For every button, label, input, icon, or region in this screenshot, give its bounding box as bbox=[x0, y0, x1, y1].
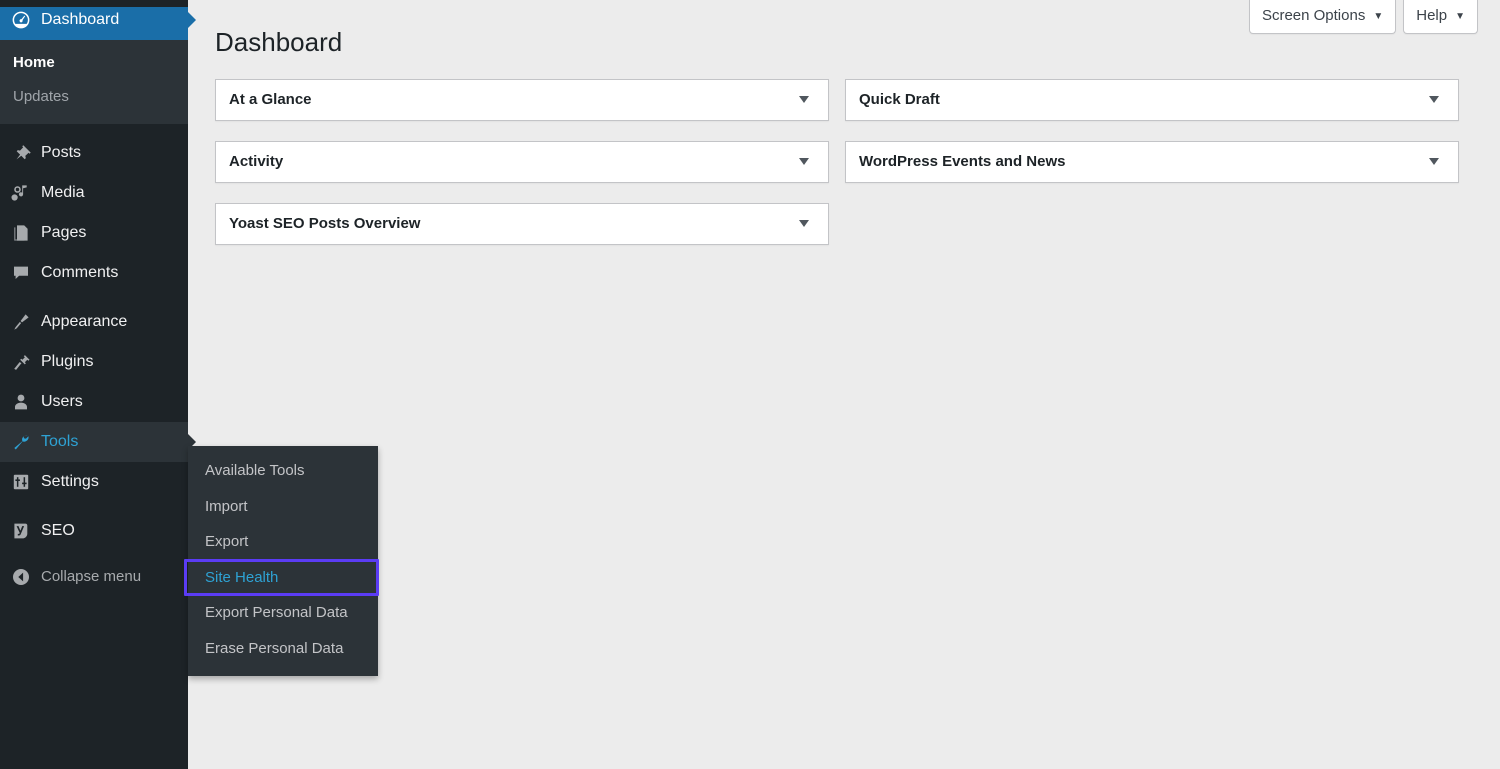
menu-separator bbox=[0, 293, 188, 302]
pages-icon bbox=[10, 222, 32, 244]
sidebar-item-comments[interactable]: Comments bbox=[0, 253, 188, 293]
flyout-item-label: Import bbox=[205, 497, 248, 515]
user-icon bbox=[10, 391, 32, 413]
sidebar-item-users[interactable]: Users bbox=[0, 382, 188, 422]
collapse-menu-button[interactable]: Collapse menu bbox=[0, 560, 188, 594]
widget-at-a-glance: At a Glance bbox=[215, 78, 829, 121]
dashboard-column-right: Quick Draft WordPress Events and News bbox=[845, 78, 1459, 203]
widget-header[interactable]: Yoast SEO Posts Overview bbox=[216, 204, 828, 244]
wp-admin-screen: Dashboard Home Updates Posts Media Pages… bbox=[0, 0, 1500, 769]
dashboard-columns: At a Glance Activity Yoast SEO Posts Ove… bbox=[215, 78, 1478, 265]
sidebar-item-label: Settings bbox=[41, 472, 99, 490]
sidebar-item-plugins[interactable]: Plugins bbox=[0, 342, 188, 382]
sidebar-item-pages[interactable]: Pages bbox=[0, 213, 188, 253]
screen-meta-links: Screen Options ▼ Help ▼ bbox=[1248, 0, 1478, 34]
chevron-down-icon[interactable] bbox=[1422, 88, 1446, 112]
menu-separator bbox=[0, 551, 188, 560]
media-icon bbox=[10, 182, 32, 204]
widget-title: Activity bbox=[229, 153, 284, 171]
flyout-item-label: Export Personal Data bbox=[205, 604, 348, 621]
flyout-item-erase-personal-data[interactable]: Erase Personal Data bbox=[188, 631, 378, 667]
menu-separator bbox=[0, 124, 188, 133]
widget-yoast-seo-posts-overview: Yoast SEO Posts Overview bbox=[215, 202, 829, 245]
flyout-item-available-tools[interactable]: Available Tools bbox=[188, 453, 378, 489]
sidebar-item-label: Comments bbox=[41, 263, 119, 281]
dashboard-submenu: Home Updates bbox=[0, 40, 188, 124]
chevron-down-icon: ▼ bbox=[1455, 11, 1465, 22]
flyout-item-label: Erase Personal Data bbox=[205, 639, 344, 657]
sidebar-item-label: Posts bbox=[41, 143, 82, 161]
sidebar-item-label: Plugins bbox=[41, 352, 94, 370]
pin-icon bbox=[10, 142, 32, 164]
flyout-item-export[interactable]: Export bbox=[188, 524, 378, 560]
sidebar-item-label: Pages bbox=[41, 223, 87, 241]
help-button[interactable]: Help ▼ bbox=[1403, 0, 1478, 34]
sidebar-item-label: Dashboard bbox=[41, 11, 120, 28]
screen-options-label: Screen Options bbox=[1261, 7, 1366, 24]
chevron-down-icon: ▼ bbox=[1373, 11, 1384, 22]
admin-bar-strip bbox=[0, 0, 188, 7]
sidebar-item-settings[interactable]: Settings bbox=[0, 462, 188, 502]
dashboard-icon bbox=[10, 9, 32, 31]
settings-icon bbox=[10, 471, 32, 493]
menu-separator bbox=[0, 502, 188, 511]
screen-options-button[interactable]: Screen Options ▼ bbox=[1248, 0, 1397, 34]
flyout-item-import[interactable]: Import bbox=[188, 489, 378, 525]
brush-icon bbox=[10, 311, 32, 333]
wrench-icon bbox=[10, 431, 32, 453]
sidebar-item-tools[interactable]: Tools bbox=[0, 421, 196, 462]
chevron-down-icon[interactable] bbox=[1422, 150, 1446, 174]
widget-header[interactable]: At a Glance bbox=[216, 80, 828, 120]
widget-quick-draft: Quick Draft bbox=[845, 78, 1459, 121]
sidebar-item-label: Tools bbox=[41, 432, 79, 450]
flyout-item-label: Available Tools bbox=[205, 462, 305, 479]
widget-title: WordPress Events and News bbox=[859, 153, 1066, 171]
sidebar-item-media[interactable]: Media bbox=[0, 173, 188, 213]
widget-wordpress-events-and-news: WordPress Events and News bbox=[845, 140, 1459, 183]
widget-header[interactable]: Activity bbox=[216, 142, 828, 182]
submenu-item-updates[interactable]: Updates bbox=[0, 80, 188, 114]
collapse-arrow-icon bbox=[10, 566, 32, 588]
collapse-menu-label: Collapse menu bbox=[41, 568, 142, 585]
flyout-item-label: Site Health bbox=[205, 568, 279, 586]
chevron-down-icon[interactable] bbox=[792, 212, 816, 236]
main-content: Screen Options ▼ Help ▼ Dashboard At a G… bbox=[188, 0, 1500, 769]
yoast-seo-icon bbox=[10, 520, 32, 542]
sidebar-item-label: Media bbox=[41, 183, 85, 201]
submenu-item-home[interactable]: Home bbox=[0, 46, 188, 80]
plug-icon bbox=[10, 351, 32, 373]
sidebar-item-seo[interactable]: SEO bbox=[0, 511, 188, 551]
comments-icon bbox=[10, 262, 32, 284]
flyout-item-site-health[interactable]: Site Health bbox=[184, 558, 379, 596]
widget-title: Yoast SEO Posts Overview bbox=[229, 215, 421, 233]
help-label: Help bbox=[1416, 7, 1448, 24]
flyout-item-export-personal-data[interactable]: Export Personal Data bbox=[188, 595, 378, 631]
chevron-down-icon[interactable] bbox=[792, 88, 816, 112]
flyout-item-label: Export bbox=[205, 533, 249, 550]
widget-activity: Activity bbox=[215, 140, 829, 183]
sidebar-item-label: Users bbox=[41, 392, 83, 410]
sidebar-item-label: Appearance bbox=[41, 312, 128, 330]
widget-header[interactable]: Quick Draft bbox=[846, 80, 1458, 120]
admin-sidebar-menu: Dashboard Home Updates Posts Media Pages… bbox=[0, 0, 196, 769]
widget-header[interactable]: WordPress Events and News bbox=[846, 142, 1458, 182]
sidebar-item-posts[interactable]: Posts bbox=[0, 133, 188, 173]
dashboard-column-left: At a Glance Activity Yoast SEO Posts Ove… bbox=[215, 78, 829, 265]
widget-title: At a Glance bbox=[229, 91, 312, 109]
chevron-down-icon[interactable] bbox=[792, 150, 816, 174]
sidebar-item-label: SEO bbox=[41, 521, 75, 539]
sidebar-item-appearance[interactable]: Appearance bbox=[0, 302, 188, 342]
widget-title: Quick Draft bbox=[859, 91, 940, 109]
tools-flyout-submenu: Available Tools Import Export Site Healt… bbox=[184, 446, 379, 676]
